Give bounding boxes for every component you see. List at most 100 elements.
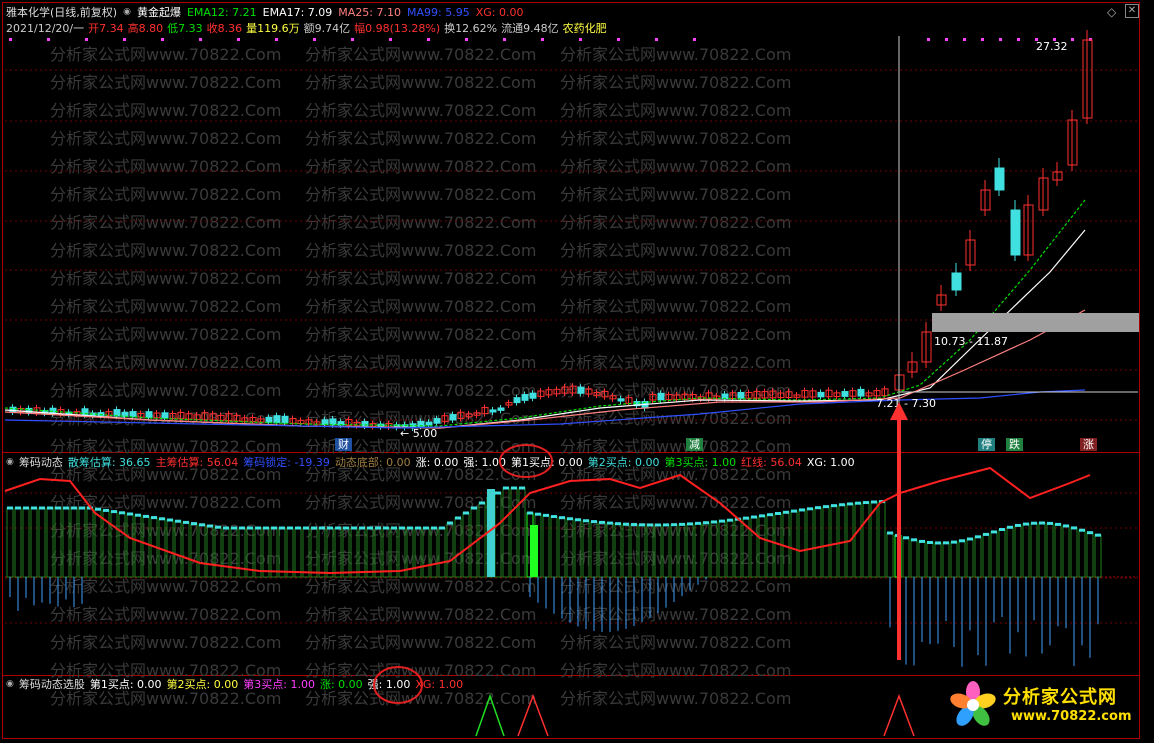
- candle-body: [129, 411, 137, 418]
- diamond-icon[interactable]: ◇: [1107, 5, 1116, 19]
- chip-collapse-icon[interactable]: ◉: [6, 457, 14, 467]
- chip-bar-up: [1054, 523, 1062, 578]
- signal-dot: [237, 38, 240, 41]
- chip-bar-up: [1038, 522, 1046, 578]
- ema12-readout: EMA12: 7.21: [186, 5, 257, 19]
- select-title[interactable]: 筹码动态选股: [19, 676, 85, 692]
- chip-bar-up: [1014, 524, 1022, 578]
- select-field-0: 第1买点: 0.00: [89, 678, 162, 691]
- badge-cai[interactable]: 财: [335, 438, 352, 451]
- chip-field-9: 红线: 56.04: [741, 456, 802, 469]
- badge-jian[interactable]: 减: [686, 438, 703, 451]
- chip-bar-up: [902, 537, 910, 578]
- quote-amount: 额9.74亿: [303, 22, 351, 35]
- chip-bar-up: [318, 527, 326, 578]
- signal-dot: [389, 38, 392, 41]
- chip-title[interactable]: 筹码动态: [19, 454, 63, 470]
- chip-chart[interactable]: [0, 453, 1154, 675]
- signal-dot: [963, 38, 966, 41]
- chip-bar-up: [934, 542, 942, 578]
- chip-bar-up: [550, 516, 558, 578]
- select-header: ◉ 筹码动态选股 第1买点: 0.00 第2买点: 0.00 第3买点: 1.00 涨…: [6, 676, 463, 692]
- chip-bar-up: [206, 525, 214, 578]
- signal-dot: [945, 38, 948, 41]
- chip-bar-up: [310, 527, 318, 578]
- chip-field-6: 第1买点: 0.00: [511, 456, 583, 469]
- select-collapse-icon[interactable]: ◉: [6, 679, 14, 689]
- chip-bar-up: [654, 524, 662, 578]
- stock-name: 雅本化学(日线,前复权): [6, 6, 118, 19]
- select-field-2: 第3买点: 1.00: [243, 678, 315, 691]
- chip-bar-up: [374, 527, 382, 578]
- chip-bar-up: [326, 527, 334, 578]
- chip-bar-up: [1030, 522, 1038, 578]
- chip-bar-up: [262, 527, 270, 578]
- chip-bar-up: [430, 527, 438, 578]
- signal-dot: [579, 38, 582, 41]
- badge-zhang[interactable]: 涨: [1080, 438, 1097, 451]
- chip-bar-up: [1022, 523, 1030, 578]
- candle-body: [433, 418, 441, 424]
- badge-ting[interactable]: 停: [978, 438, 995, 451]
- quote-row: 2021/12/20/一 开7.34 高8.80 低7.33 收8.36 量11…: [6, 21, 607, 35]
- chip-bar-up: [990, 531, 998, 578]
- chip-field-5: 强: 1.00: [463, 456, 507, 469]
- candle-body: [273, 415, 281, 424]
- ema17-readout: EMA17: 7.09: [262, 5, 333, 19]
- chip-field-0: 散筹估算: 36.65: [67, 456, 151, 469]
- signal-dot: [275, 38, 278, 41]
- chip-bar-up: [974, 536, 982, 578]
- chip-bar-up: [182, 521, 190, 578]
- chip-field-1: 主筹估算: 56.04: [155, 456, 239, 469]
- signal-dot: [1071, 38, 1074, 41]
- chip-bar-up: [230, 527, 238, 578]
- chip-bar-up: [630, 524, 638, 578]
- price-chart[interactable]: 27.32 10.73 - 11.87 7.21 - 7.30 ← 5.00: [0, 0, 1154, 452]
- close-icon[interactable]: ✕: [1125, 4, 1139, 18]
- low-label: 7.21 - 7.30: [876, 397, 936, 410]
- chip-bar-up: [638, 524, 646, 578]
- chip-bar-up: [878, 501, 886, 578]
- signal-dot: [85, 38, 88, 41]
- badge-die[interactable]: 跌: [1006, 438, 1023, 451]
- chip-bar-up: [22, 507, 30, 578]
- candle-body: [161, 412, 169, 419]
- signal-dot: [541, 38, 544, 41]
- chip-field-2: 筹码锁定: -19.39: [243, 456, 330, 469]
- chip-bar-up: [1070, 527, 1078, 578]
- chip-bar-up: [814, 507, 822, 578]
- indicator-name[interactable]: 黄金起爆: [137, 4, 181, 20]
- chip-bar-up: [286, 527, 294, 578]
- candle-body: [1010, 209, 1021, 256]
- chip-bar-up: [686, 523, 694, 578]
- candle-body: [617, 398, 625, 402]
- buy-signal-red: [517, 693, 549, 737]
- candle-body: [521, 394, 529, 401]
- chip-bar-up: [694, 522, 702, 578]
- chip-bar-up: [766, 514, 774, 578]
- select-field-1: 第2买点: 0.00: [166, 678, 239, 691]
- candle-body: [994, 167, 1005, 191]
- chip-bar-up: [678, 523, 686, 578]
- signal-dot: [999, 38, 1002, 41]
- signal-dot: [161, 38, 164, 41]
- chip-bar-up: [126, 513, 134, 578]
- collapse-icon[interactable]: ◉: [123, 7, 131, 17]
- header-row: 雅本化学(日线,前复权) ◉ 黄金起爆 EMA12: 7.21 EMA17: 7…: [6, 4, 524, 20]
- candle-body: [425, 421, 433, 426]
- chip-bar-up: [710, 521, 718, 578]
- quote-volume: 量119.6万: [246, 22, 300, 35]
- chip-bar-up: [1046, 522, 1054, 578]
- quote-float: 流通9.48亿: [501, 22, 559, 35]
- signal-dot: [693, 38, 696, 41]
- buy-signal-red: [883, 693, 915, 737]
- quote-date: 2021/12/20/一: [6, 22, 85, 35]
- signal-dot: [47, 38, 50, 41]
- chip-bar-up: [78, 507, 86, 578]
- chip-bar-up: [350, 527, 358, 578]
- chip-bar-up: [702, 522, 710, 578]
- chip-bar-up: [502, 487, 510, 578]
- quote-sector[interactable]: 农药化肥: [563, 20, 607, 36]
- candle-body: [657, 392, 665, 401]
- chip-field-4: 涨: 0.00: [415, 456, 459, 469]
